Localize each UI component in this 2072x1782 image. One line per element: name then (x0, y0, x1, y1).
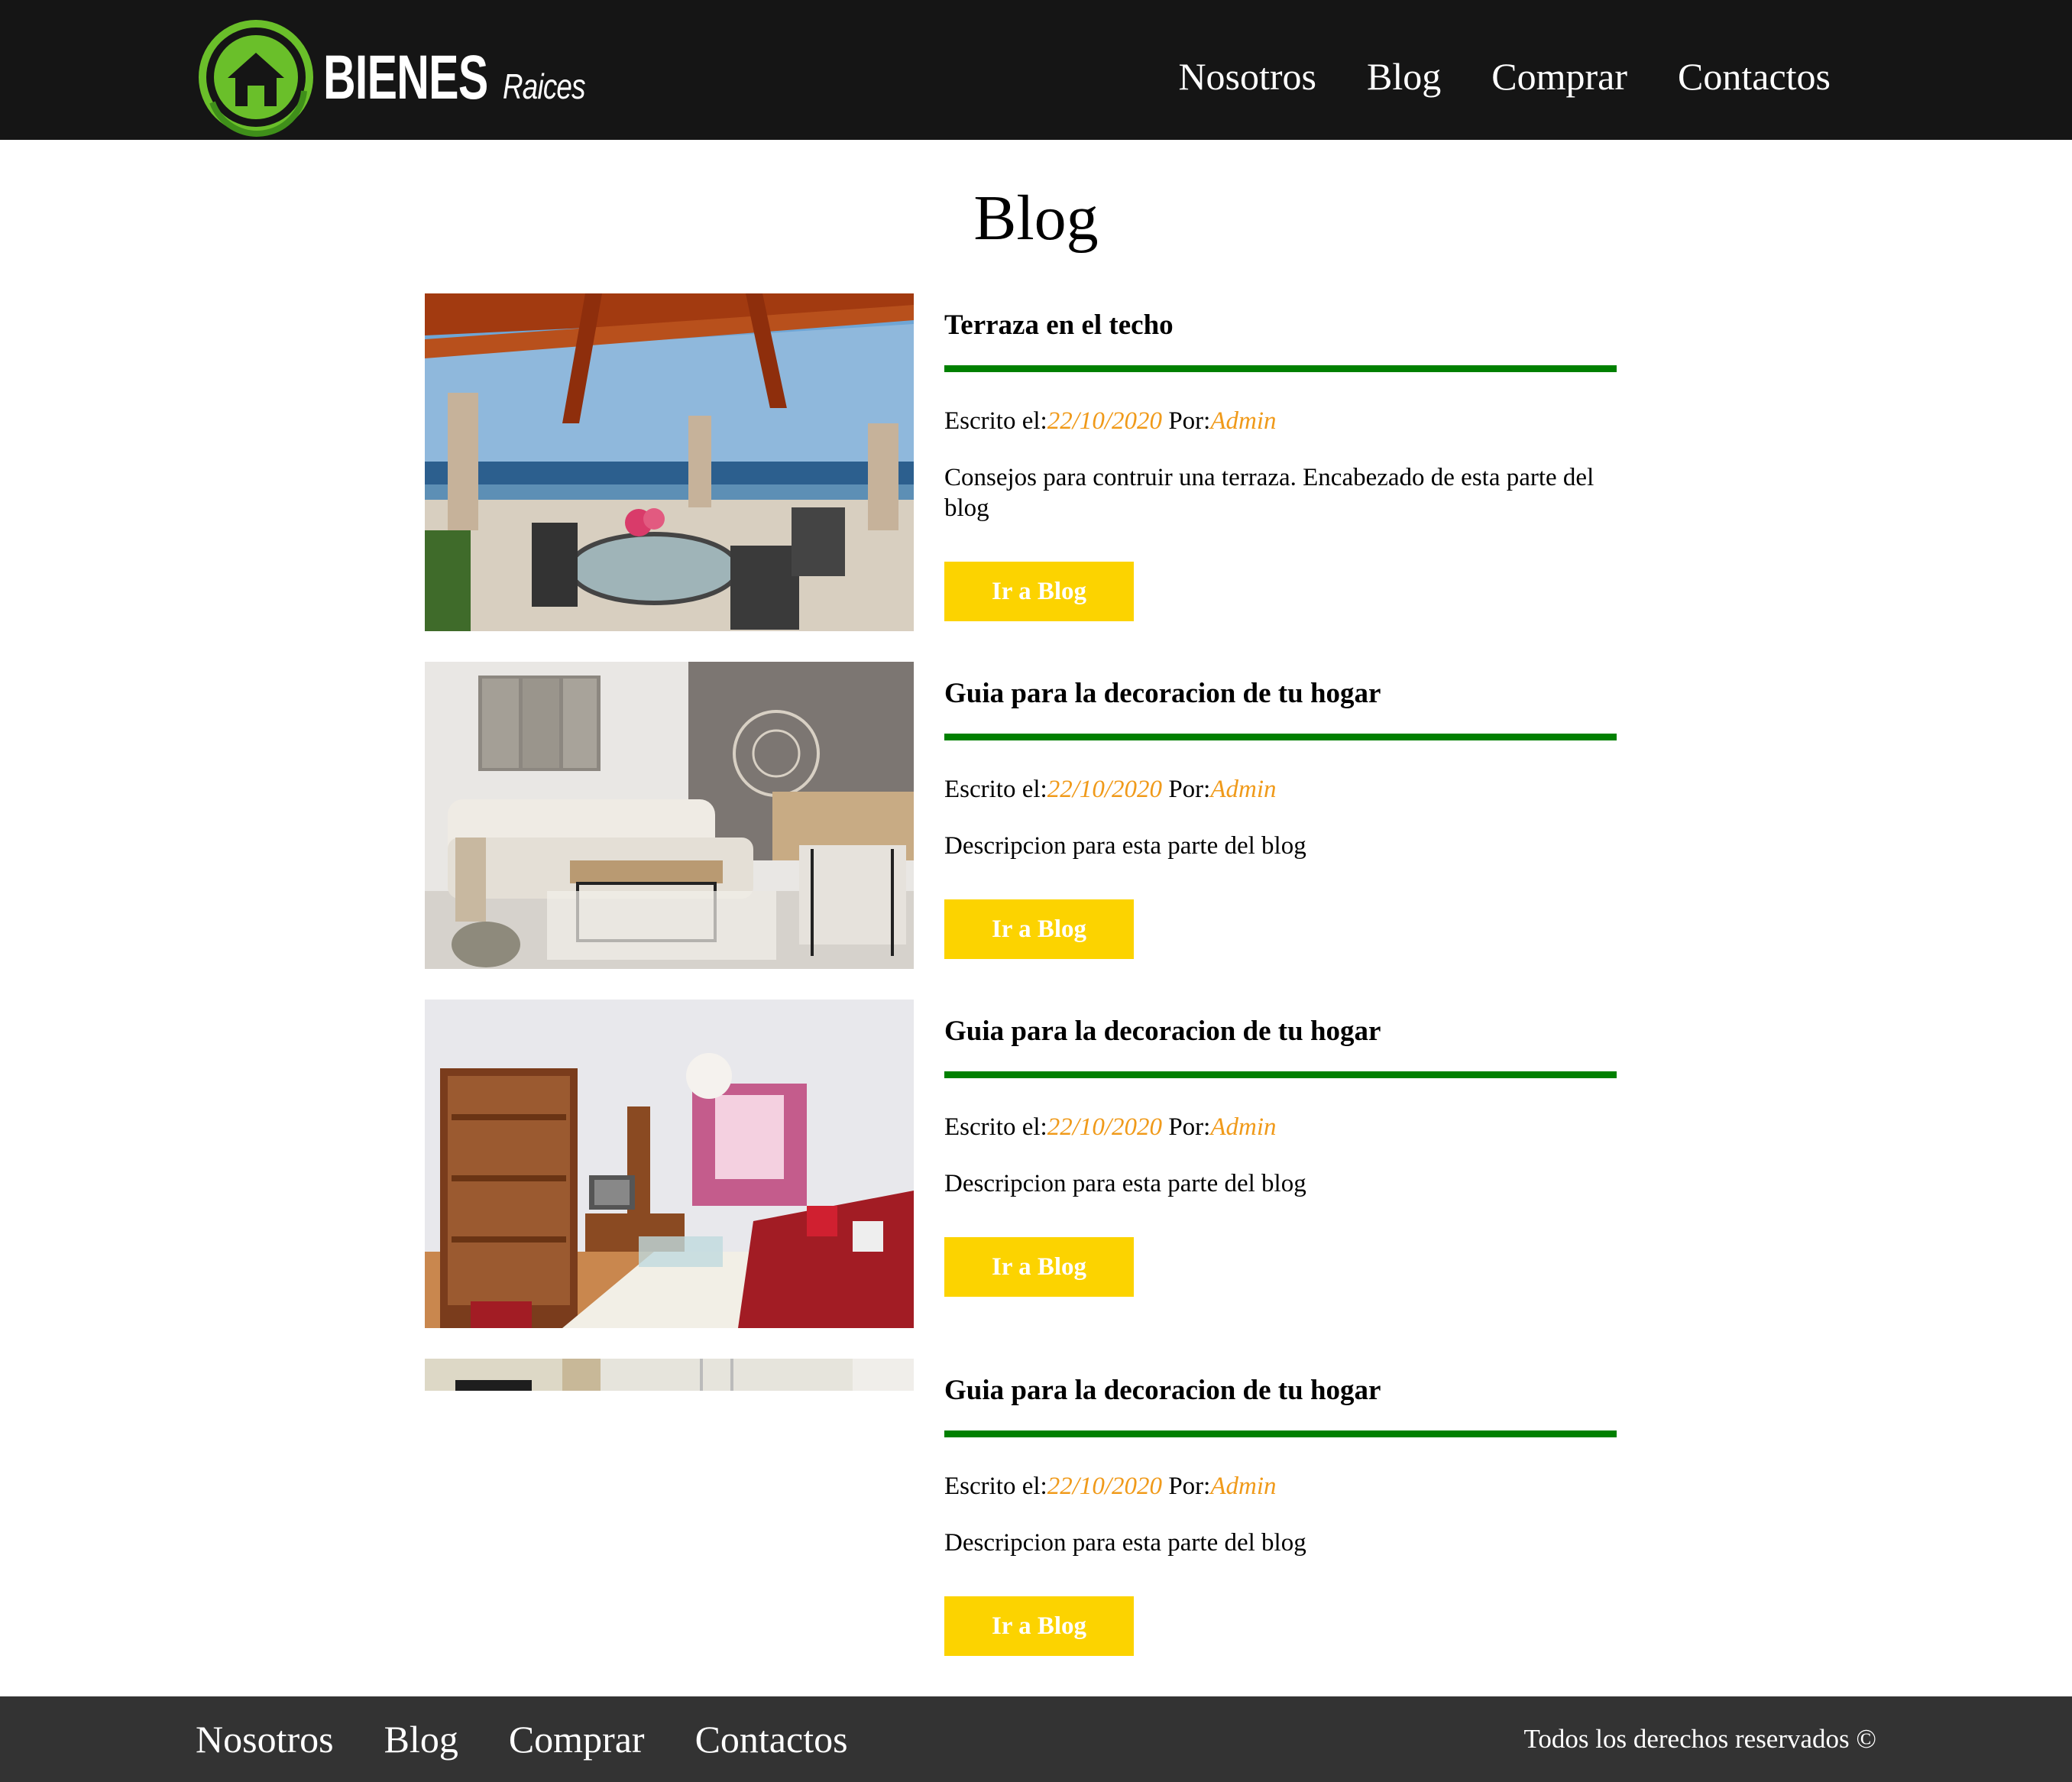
author-label: Por: (1168, 776, 1211, 803)
blog-entry-image[interactable] (425, 662, 914, 969)
post-author: Admin (1210, 1473, 1277, 1500)
blog-entry-description: Descripcion para esta parte del blog (944, 832, 1306, 860)
blog-entry-description: Descripcion para esta parte del blog (944, 1170, 1306, 1197)
page-title: Blog (973, 183, 1099, 254)
blog-entry-meta: Escrito el:22/10/2020 Por:Admin (944, 1112, 1617, 1142)
footer-link-contactos[interactable]: Contactos (695, 1716, 848, 1762)
site-logo[interactable]: BIENES Raices (197, 18, 606, 137)
blog-entry-description: Descripcion para esta parte del blog (944, 1529, 1306, 1557)
post-date: 22/10/2020 (1047, 1473, 1163, 1500)
logo-main-text: BIENES (323, 42, 488, 112)
blog-entry-title[interactable]: Guia para la decoracion de tu hogar (944, 662, 1617, 740)
blog-entry-content: Terraza en el techo Escrito el:22/10/202… (944, 293, 1617, 621)
footer-link-blog[interactable]: Blog (384, 1716, 458, 1762)
blog-entry-title[interactable]: Guia para la decoracion de tu hogar (944, 1000, 1617, 1078)
post-date: 22/10/2020 (1047, 1113, 1163, 1141)
blog-entry-title[interactable]: Terraza en el techo (944, 293, 1617, 372)
blog-entry-meta: Escrito el:22/10/2020 Por:Admin (944, 774, 1617, 805)
living-room-red-sofa-photo (425, 1000, 914, 1328)
ir-a-blog-button[interactable]: Ir a Blog (944, 562, 1134, 621)
blog-entry-content: Guia para la decoracion de tu hogar Escr… (944, 662, 1617, 959)
footer-link-comprar[interactable]: Comprar (509, 1716, 645, 1762)
written-label: Escrito el: (944, 407, 1047, 435)
blog-entry-image[interactable] (425, 1000, 914, 1328)
post-date: 22/10/2020 (1047, 776, 1163, 803)
written-label: Escrito el: (944, 1113, 1047, 1141)
blog-entry-image[interactable] (425, 293, 914, 631)
post-author: Admin (1210, 1113, 1277, 1141)
author-label: Por: (1168, 1113, 1211, 1141)
footer-link-nosotros[interactable]: Nosotros (196, 1716, 334, 1762)
logo-sub-text: Raices (503, 66, 585, 106)
nav-link-contactos[interactable]: Contactos (1678, 53, 1831, 99)
site-header: BIENES Raices Nosotros Blog Comprar Cont… (0, 0, 2072, 140)
post-date: 22/10/2020 (1047, 407, 1163, 435)
post-author: Admin (1210, 776, 1277, 803)
nav-link-comprar[interactable]: Comprar (1491, 53, 1627, 99)
nav-link-nosotros[interactable]: Nosotros (1178, 53, 1316, 99)
ir-a-blog-button[interactable]: Ir a Blog (944, 1596, 1134, 1656)
ir-a-blog-button[interactable]: Ir a Blog (944, 899, 1134, 959)
written-label: Escrito el: (944, 776, 1047, 803)
main-nav: Nosotros Blog Comprar Contactos (1178, 53, 1831, 99)
nav-link-blog[interactable]: Blog (1367, 53, 1441, 99)
author-label: Por: (1168, 407, 1211, 435)
blog-entry-meta: Escrito el:22/10/2020 Por:Admin (944, 1471, 1617, 1502)
footer-nav: Nosotros Blog Comprar Contactos (196, 1716, 848, 1762)
ir-a-blog-button[interactable]: Ir a Blog (944, 1237, 1134, 1297)
site-footer: Nosotros Blog Comprar Contactos Todos lo… (0, 1696, 2072, 1782)
written-label: Escrito el: (944, 1473, 1047, 1500)
logo-wordmark: BIENES Raices (323, 42, 606, 112)
blog-entry-description: Consejos para contruir una terraza. Enca… (944, 464, 1594, 522)
living-room-sofa-photo (425, 662, 914, 969)
blog-entry-content: Guia para la decoracion de tu hogar Escr… (944, 1000, 1617, 1297)
post-author: Admin (1210, 407, 1277, 435)
blog-entry-image[interactable] (425, 1359, 914, 1391)
copyright-text: Todos los derechos reservados © (1523, 1724, 1876, 1754)
blog-entry-content: Guia para la decoracion de tu hogar Escr… (944, 1359, 1617, 1656)
author-label: Por: (1168, 1473, 1211, 1500)
rooftop-terrace-photo (425, 293, 914, 631)
house-logo-icon (199, 20, 313, 137)
partially-loaded-room-photo (425, 1359, 914, 1391)
blog-entry-title[interactable]: Guia para la decoracion de tu hogar (944, 1359, 1617, 1437)
blog-entry-meta: Escrito el:22/10/2020 Por:Admin (944, 406, 1617, 436)
